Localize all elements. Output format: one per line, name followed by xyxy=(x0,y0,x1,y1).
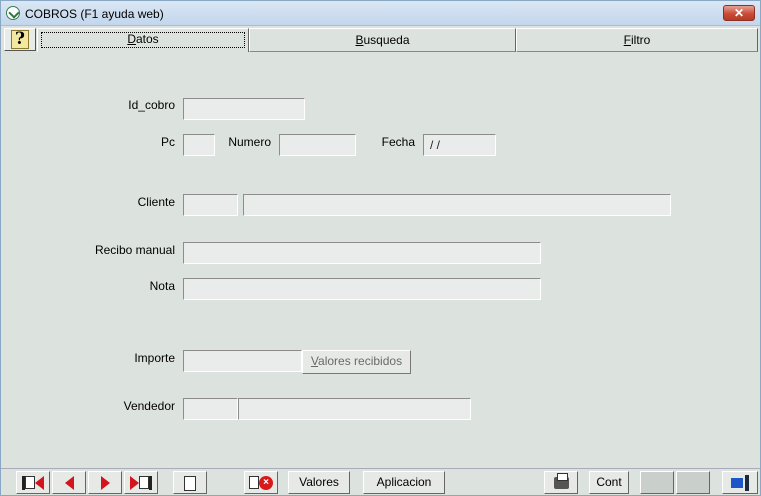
valores-recibidos-button[interactable]: Valores recibidos xyxy=(302,350,411,374)
new-record-icon xyxy=(184,476,196,492)
exit-icon xyxy=(731,474,749,491)
pc-field[interactable] xyxy=(183,134,215,156)
cobros-window: COBROS (F1 ayuda web) ✕ ? Datos Busqueda… xyxy=(0,0,761,496)
next-record-icon xyxy=(100,475,110,490)
fecha-label: Fecha xyxy=(381,135,415,149)
tab-datos-label: Datos xyxy=(39,30,247,50)
nota-field[interactable] xyxy=(183,278,541,300)
first-record-button[interactable] xyxy=(16,471,50,494)
numero-label: Numero xyxy=(228,135,271,149)
pc-label: Pc xyxy=(160,135,175,149)
valores-button[interactable]: Valores xyxy=(288,471,350,494)
id-cobro-label: Id_cobro xyxy=(128,98,175,112)
next-record-button[interactable] xyxy=(88,471,122,494)
fecha-field[interactable]: / / xyxy=(423,134,496,156)
last-record-button[interactable] xyxy=(124,471,158,494)
cont-button[interactable]: Cont xyxy=(589,471,629,494)
valores-recibidos-label: alores recibidos xyxy=(318,354,403,368)
delete-record-button[interactable]: × xyxy=(244,471,278,494)
tab-bar: ? Datos Busqueda Filtro xyxy=(3,28,758,53)
vendedor-name-field[interactable] xyxy=(238,398,471,420)
recibo-manual-label: Recibo manual xyxy=(94,243,175,257)
cliente-code-field[interactable] xyxy=(183,194,238,216)
tab-filtro[interactable]: Filtro xyxy=(516,28,758,52)
tab-filtro-label: Filtro xyxy=(623,33,651,47)
close-button[interactable]: ✕ xyxy=(723,5,755,21)
recibo-manual-field[interactable] xyxy=(183,242,541,264)
importe-label: Importe xyxy=(134,351,175,365)
vendedor-code-field[interactable] xyxy=(183,398,238,420)
importe-field[interactable] xyxy=(183,350,302,372)
delete-record-icon: × xyxy=(249,475,273,490)
print-button[interactable] xyxy=(544,471,578,494)
title-bar: COBROS (F1 ayuda web) ✕ xyxy=(1,1,760,26)
help-icon: ? xyxy=(11,30,29,49)
exit-button[interactable] xyxy=(722,471,758,494)
cliente-label: Cliente xyxy=(137,195,175,209)
bottom-toolbar: × Valores Aplicacion Cont xyxy=(1,468,760,495)
help-button[interactable]: ? xyxy=(4,28,36,51)
previous-record-icon xyxy=(64,475,74,490)
new-record-button[interactable] xyxy=(173,471,207,494)
tab-busqueda[interactable]: Busqueda xyxy=(249,28,516,52)
numero-field[interactable] xyxy=(279,134,356,156)
vendedor-label: Vendedor xyxy=(123,399,175,413)
blank-button-2[interactable] xyxy=(676,471,710,494)
tab-datos[interactable]: Datos xyxy=(37,28,249,52)
tab-datos-text: atos xyxy=(135,32,159,46)
nota-label: Nota xyxy=(149,279,175,293)
last-record-icon xyxy=(130,475,152,490)
tab-busqueda-label: Busqueda xyxy=(355,33,410,47)
window-title: COBROS (F1 ayuda web) xyxy=(25,7,164,21)
aplicacion-button[interactable]: Aplicacion xyxy=(363,471,445,494)
first-record-icon xyxy=(22,475,44,490)
previous-record-button[interactable] xyxy=(52,471,86,494)
id-cobro-field[interactable] xyxy=(183,98,305,120)
app-icon xyxy=(6,6,20,20)
blank-button-1[interactable] xyxy=(640,471,674,494)
cliente-name-field[interactable] xyxy=(243,194,671,216)
printer-icon xyxy=(553,472,569,489)
